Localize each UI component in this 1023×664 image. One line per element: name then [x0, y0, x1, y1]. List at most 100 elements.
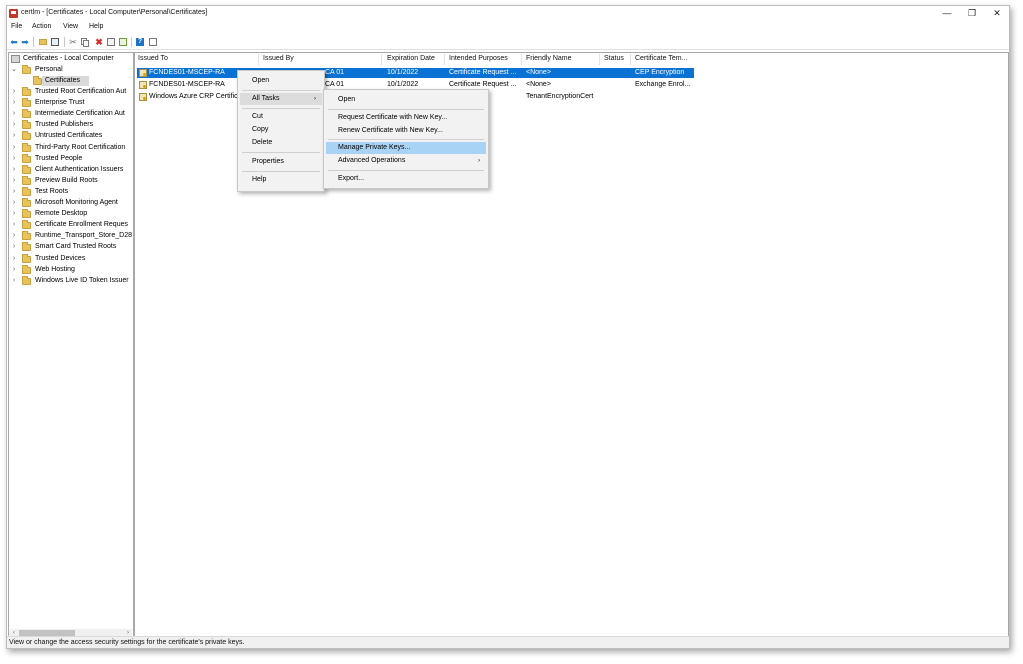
cut-icon[interactable]: ✂ [68, 37, 78, 47]
tree-root[interactable]: Certificates - Local Computer [11, 54, 131, 64]
column-separator[interactable] [444, 54, 445, 65]
expand-icon[interactable]: › [11, 231, 17, 241]
forward-arrow-icon[interactable]: ➡ [20, 37, 30, 47]
tree-item-personal[interactable]: ⌄ Personal [11, 65, 131, 75]
submenu-item-export[interactable]: Export... [326, 173, 486, 185]
expand-icon[interactable]: › [11, 165, 17, 175]
tree-item-store[interactable]: › Test Roots [11, 186, 131, 197]
expand-icon[interactable]: › [11, 254, 17, 264]
tree-item-store[interactable]: › Intermediate Certification Aut [11, 109, 131, 119]
expand-icon[interactable]: › [11, 154, 17, 164]
column-issued-to[interactable]: Issued To [138, 55, 168, 65]
expand-icon[interactable]: › [11, 176, 17, 186]
column-expiration-date[interactable]: Expiration Date [387, 55, 435, 65]
tree-item-store[interactable]: › Windows Live ID Token Issuer [11, 275, 131, 286]
tree-item-certificates[interactable]: Certificates [33, 76, 89, 86]
tree-item-store[interactable]: › Web Hosting [11, 264, 131, 275]
menu-bar: File Action View Help [7, 23, 1009, 33]
expand-icon[interactable]: › [11, 131, 17, 141]
certlm-app-icon [9, 9, 18, 18]
menu-item-cut[interactable]: Cut [240, 111, 322, 123]
expand-icon[interactable]: › [11, 220, 17, 230]
export-icon[interactable] [118, 37, 128, 47]
submenu-item-manage-private-keys[interactable]: Manage Private Keys... [326, 142, 486, 154]
expand-icon[interactable]: › [11, 87, 17, 97]
column-separator[interactable] [381, 54, 382, 65]
tree-item-store[interactable]: › Trusted Devices [11, 253, 131, 264]
restore-button[interactable]: ❐ [960, 7, 984, 20]
expand-icon[interactable]: › [11, 265, 17, 275]
column-separator[interactable] [521, 54, 522, 65]
menu-item-copy[interactable]: Copy [240, 124, 322, 136]
expand-icon[interactable]: › [11, 242, 17, 252]
context-menu: Open All Tasks › Cut Copy Delete Propert… [237, 70, 325, 192]
certificate-icon [139, 93, 147, 101]
collapse-icon[interactable]: ⌄ [11, 65, 17, 75]
menu-help[interactable]: Help [89, 23, 103, 30]
tree-item-store[interactable]: › Smart Card Trusted Roots [11, 242, 131, 252]
back-arrow-icon[interactable]: ⬅ [9, 37, 19, 47]
expand-icon[interactable]: › [11, 109, 17, 119]
column-separator[interactable] [599, 54, 600, 65]
expand-icon[interactable]: › [11, 143, 17, 153]
tree-item-store[interactable]: › Runtime_Transport_Store_D28 [11, 231, 132, 241]
tree-item-store[interactable]: › Trusted People [11, 153, 131, 164]
column-status[interactable]: Status [604, 55, 624, 65]
submenu-item-advanced-operations[interactable]: Advanced Operations › [326, 155, 486, 167]
tree-item-store[interactable]: › Enterprise Trust [11, 98, 131, 108]
tree-item-store[interactable]: › Trusted Publishers [11, 120, 131, 130]
copy-icon[interactable] [80, 37, 90, 47]
help-icon[interactable]: ? [135, 37, 145, 47]
tree-item-store[interactable]: › Third-Party Root Certification [11, 142, 131, 153]
submenu-item-renew-new-key[interactable]: Renew Certificate with New Key... [326, 125, 486, 137]
tree-item-store[interactable]: › Remote Desktop [11, 209, 131, 219]
details-icon[interactable] [148, 37, 158, 47]
menu-file[interactable]: File [11, 23, 22, 30]
menu-item-open[interactable]: Open [240, 75, 322, 87]
column-separator[interactable] [630, 54, 631, 65]
properties-icon[interactable] [106, 37, 116, 47]
console-tree[interactable]: Certificates - Local Computer ⌄ Personal… [8, 52, 134, 639]
column-issued-by[interactable]: Issued By [263, 55, 294, 65]
tree-item-store[interactable]: › Preview Build Roots [11, 175, 131, 186]
tree-root-label: Certificates - Local Computer [23, 55, 114, 62]
tree-item-store[interactable]: › Client Authentication Issuers [11, 164, 131, 175]
tree-item-store[interactable]: › Certificate Enrollment Reques [11, 220, 131, 230]
tree-item-store[interactable]: › Untrusted Certificates [11, 131, 131, 141]
menu-item-delete[interactable]: Delete [240, 137, 322, 149]
submenu-item-request-new-key[interactable]: Request Certificate with New Key... [326, 112, 486, 124]
tree-item-label: Certificate Enrollment Reques [35, 221, 128, 229]
column-intended-purposes[interactable]: Intended Purposes [449, 55, 508, 65]
close-button[interactable]: ✕ [985, 7, 1009, 20]
menu-item-properties[interactable]: Properties [240, 156, 322, 168]
menu-view[interactable]: View [63, 23, 78, 30]
submenu-item-open[interactable]: Open [326, 94, 486, 106]
menu-item-all-tasks[interactable]: All Tasks › [240, 93, 322, 105]
expand-icon[interactable]: › [11, 187, 17, 197]
folder-icon [22, 275, 31, 285]
menu-item-help[interactable]: Help [240, 174, 322, 186]
column-friendly-name[interactable]: Friendly Name [526, 55, 572, 65]
expand-icon[interactable]: › [11, 198, 17, 208]
expand-icon[interactable]: › [11, 120, 17, 130]
tree-item-store[interactable]: › Trusted Root Certification Aut [11, 87, 131, 97]
expand-icon[interactable]: › [11, 276, 17, 286]
delete-icon[interactable]: ✖ [94, 37, 104, 47]
menu-action[interactable]: Action [32, 23, 51, 30]
folder-icon [22, 164, 31, 174]
folder-icon [33, 76, 42, 85]
folder-icon [22, 209, 31, 219]
table-row[interactable]: FCNDES01-MSCEP-RA CA 01 10/1/2022 Certif… [137, 68, 694, 78]
expand-icon[interactable]: › [11, 209, 17, 219]
expand-icon[interactable]: › [11, 98, 17, 108]
tree-item-store[interactable]: › Microsoft Monitoring Agent [11, 198, 131, 208]
minimize-button[interactable]: — [935, 7, 959, 20]
cell-friendly-name: TenantEncryptionCert [526, 93, 594, 100]
cell-purposes: Certificate Request ... [449, 69, 517, 76]
column-separator[interactable] [258, 54, 259, 65]
column-certificate-template[interactable]: Certificate Tem... [635, 55, 687, 65]
show-hide-tree-icon[interactable] [50, 37, 60, 47]
folder-icon [22, 109, 31, 119]
up-folder-icon[interactable] [38, 37, 48, 47]
folder-icon [22, 142, 31, 152]
